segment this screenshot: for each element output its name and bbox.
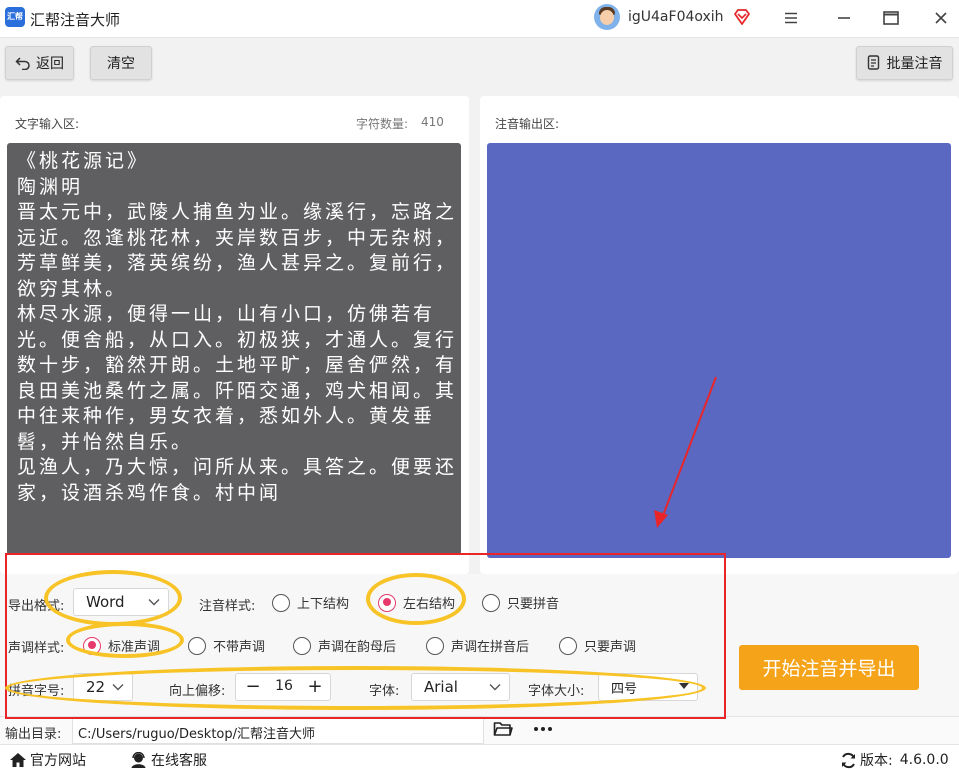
annotation-arrow [654,376,717,528]
